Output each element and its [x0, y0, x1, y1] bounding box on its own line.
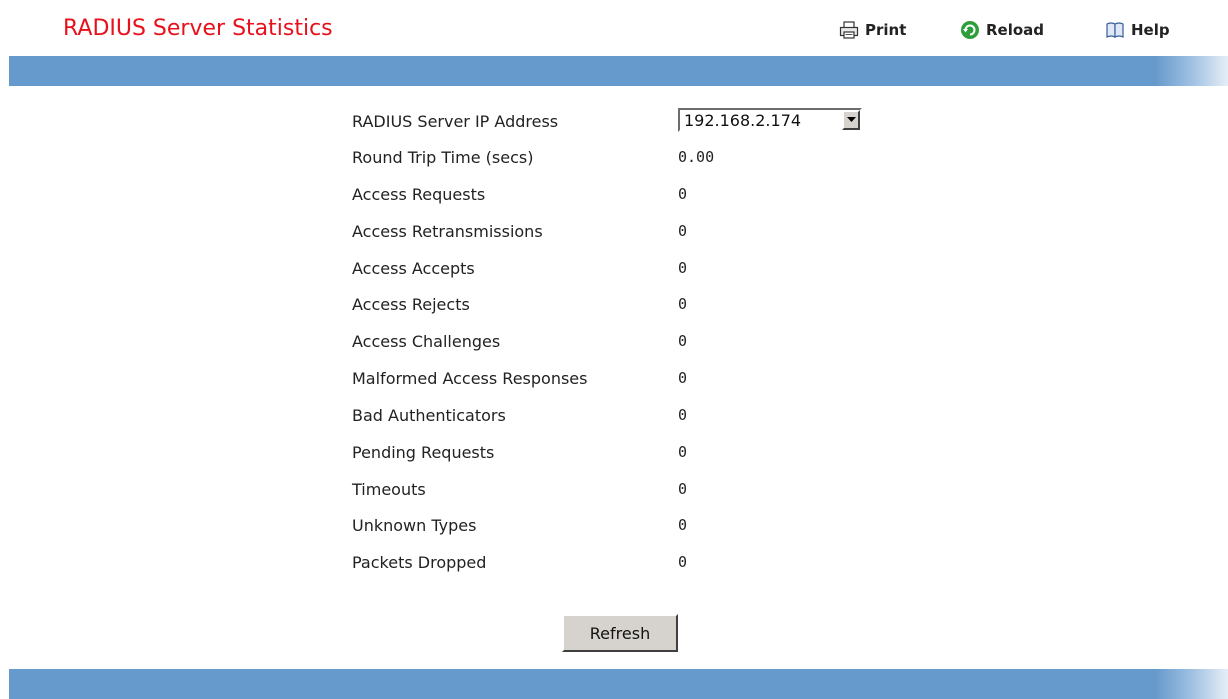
stat-value: 0: [678, 369, 688, 387]
stat-value: 0: [678, 185, 688, 203]
reload-button[interactable]: Reload: [960, 18, 1044, 42]
page-header: RADIUS Server Statistics Print Reload He…: [0, 0, 1228, 56]
stat-value: 0: [678, 516, 688, 534]
stat-value: 0: [678, 332, 688, 350]
stat-label: Access Retransmissions: [352, 221, 543, 241]
stat-label: Bad Authenticators: [352, 405, 506, 425]
stat-label: Access Rejects: [352, 294, 470, 314]
stat-label: Packets Dropped: [352, 552, 487, 572]
stat-label: Timeouts: [352, 479, 426, 499]
stat-label: Malformed Access Responses: [352, 368, 588, 388]
reload-icon: [960, 20, 980, 40]
stat-value: 0: [678, 480, 688, 498]
header-divider-bar: [9, 56, 1228, 86]
stat-label: Pending Requests: [352, 442, 495, 462]
toolbar: Print Reload Help: [0, 18, 1228, 42]
help-label: Help: [1131, 21, 1170, 39]
stat-value: 0: [678, 553, 688, 571]
reload-label: Reload: [986, 21, 1045, 39]
stat-value: 0: [678, 406, 688, 424]
stat-label: Access Accepts: [352, 258, 475, 278]
server-ip-selected-value: 192.168.2.174: [684, 110, 802, 130]
stat-label: Access Requests: [352, 184, 486, 204]
stat-label: Round Trip Time (secs): [352, 147, 534, 167]
stat-value: 0: [678, 443, 688, 461]
print-label: Print: [865, 21, 907, 39]
server-ip-label: RADIUS Server IP Address: [352, 111, 559, 131]
footer-divider-bar: [9, 669, 1228, 699]
stat-value: 0.00: [678, 148, 715, 166]
help-book-icon: [1105, 21, 1125, 39]
stat-label: Access Challenges: [352, 331, 501, 351]
help-button[interactable]: Help: [1105, 18, 1170, 42]
stat-value: 0: [678, 259, 688, 277]
refresh-button[interactable]: Refresh: [562, 614, 678, 652]
stat-label: Unknown Types: [352, 515, 477, 535]
server-ip-select[interactable]: 192.168.2.174: [678, 108, 862, 132]
stat-value: 0: [678, 295, 688, 313]
stat-value: 0: [678, 222, 688, 240]
print-button[interactable]: Print: [839, 18, 906, 42]
printer-icon: [839, 21, 859, 39]
chevron-down-icon[interactable]: [842, 110, 860, 130]
